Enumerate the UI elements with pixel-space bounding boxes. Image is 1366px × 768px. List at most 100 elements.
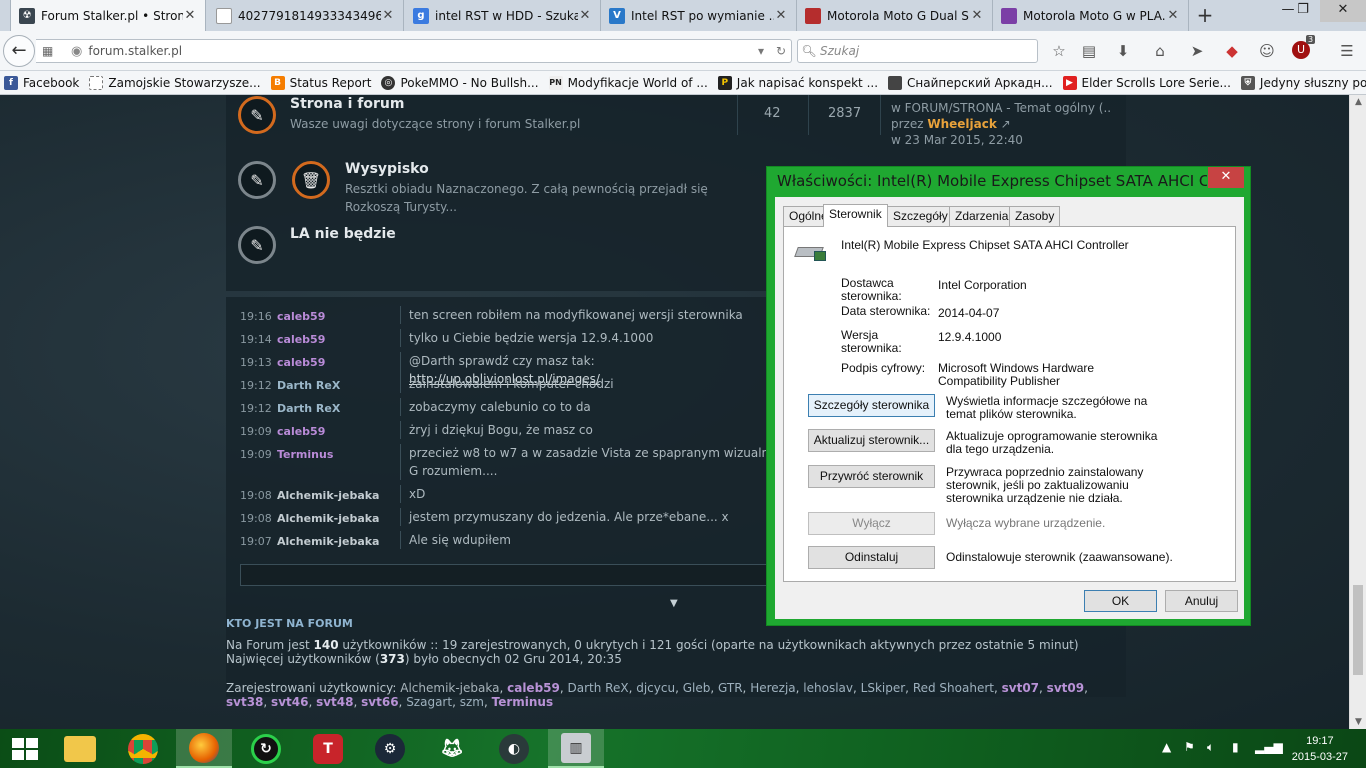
online-user-link[interactable]: GTR [718, 681, 743, 695]
menu-icon[interactable]: ☰ [1336, 41, 1358, 61]
forum-title[interactable]: Strona i forum [290, 96, 404, 112]
chat-user[interactable]: caleb59 [277, 333, 392, 346]
chat-user[interactable]: Alchemik-jebaka [277, 489, 392, 502]
chat-user[interactable]: caleb59 [277, 356, 392, 369]
tab-image[interactable]: 40277918149333434965.j... ✕ [208, 0, 404, 31]
action-center-icon[interactable]: ⚑ [1184, 740, 1195, 754]
tab-details[interactable]: Szczegóły [887, 206, 954, 226]
bookmark-modyfikacje[interactable]: PN Modyfikacje World of ... [548, 75, 708, 90]
online-user-link[interactable]: Darth ReX [568, 681, 629, 695]
dialog-close-button[interactable]: ✕ [1208, 167, 1244, 188]
driver-details-button[interactable]: Szczegóły sterownika [808, 394, 935, 417]
tab-moto-g-pla[interactable]: Motorola Moto G w PLA... ✕ [993, 0, 1189, 31]
tab-moto-g-dual[interactable]: Motorola Moto G Dual S... ✕ [797, 0, 993, 31]
bookmark-konspekt[interactable]: P Jak napisać konspekt ... [717, 75, 878, 90]
taskbar-steam[interactable]: ⚙ [362, 729, 418, 768]
update-driver-button[interactable]: Aktualizuj sterownik... [808, 429, 935, 452]
tab-events[interactable]: Zdarzenia [949, 206, 1015, 226]
url-bar[interactable]: ▦ ◉ forum.stalker.pl ▾ ↻ [36, 39, 792, 63]
close-tab-icon[interactable]: ✕ [970, 8, 984, 23]
taskbar-device-manager[interactable]: ▥ [548, 729, 604, 768]
bookmark-facebook[interactable]: f Facebook [4, 75, 79, 90]
online-user-link[interactable]: svt38 [226, 695, 263, 709]
history-icon[interactable]: ▦ [42, 44, 53, 58]
close-tab-icon[interactable]: ✕ [381, 8, 395, 23]
shoutbox-input[interactable] [240, 564, 770, 586]
taskbar-file-explorer[interactable] [52, 729, 108, 768]
online-user-link[interactable]: caleb59 [507, 681, 560, 695]
bookmark-elder-scrolls[interactable]: ▶ Elder Scrolls Lore Serie... [1062, 75, 1231, 90]
scroll-thumb[interactable] [1353, 585, 1363, 675]
close-window-button[interactable]: ✕ [1320, 0, 1366, 22]
bookmark-zamojskie[interactable]: Zamojskie Stowarzysze... [89, 75, 261, 90]
restore-button[interactable]: ❐ [1288, 0, 1318, 22]
taskbar-chrome[interactable] [115, 729, 171, 768]
close-tab-icon[interactable]: ✕ [774, 8, 788, 23]
chat-user[interactable]: caleb59 [277, 310, 392, 323]
dropdown-icon[interactable]: ▾ [751, 44, 771, 58]
taskbar-app-ring[interactable]: ↻ [238, 729, 294, 768]
chat-user[interactable]: Alchemik-jebaka [277, 512, 392, 525]
bookmark-pokemmo[interactable]: ◎ PokeMMO - No Bullsh... [381, 75, 539, 90]
page-scrollbar[interactable]: ▲ ▼ [1349, 95, 1366, 729]
online-user-link[interactable]: svt48 [316, 695, 353, 709]
online-user-link[interactable]: LSkiper [861, 681, 906, 695]
goto-post-icon[interactable]: ↗ [1001, 117, 1011, 131]
taskbar-app-swirl[interactable]: ◐ [486, 729, 542, 768]
chat-user[interactable]: Alchemik-jebaka [277, 535, 392, 548]
online-user-link[interactable]: Gleb [683, 681, 711, 695]
taskbar-firefox[interactable] [176, 729, 232, 768]
tab-intel-rst[interactable]: V Intel RST po wymianie ... ✕ [601, 0, 797, 31]
online-user-link[interactable]: Szagart [406, 695, 452, 709]
online-user-link[interactable]: Red Shoahert [913, 681, 994, 695]
chat-icon[interactable]: ☺ [1256, 41, 1278, 61]
chat-user[interactable]: Darth ReX [277, 379, 392, 392]
last-post-topic[interactable]: w FORUM/STRONA - Temat ogólny (.. [891, 100, 1111, 116]
online-user-link[interactable]: Herezja [750, 681, 795, 695]
close-tab-icon[interactable]: ✕ [183, 8, 197, 23]
taskbar-fox-app[interactable]: 🦊︎ [424, 729, 480, 768]
tab-resources[interactable]: Zasoby [1009, 206, 1061, 226]
rollback-driver-button[interactable]: Przywróć sterownik [808, 465, 935, 488]
home-icon[interactable]: ⌂ [1149, 41, 1171, 61]
taskbar-app-t[interactable]: T [300, 729, 356, 768]
send-icon[interactable]: ➤ [1186, 41, 1208, 61]
forum-title[interactable]: LA nie będzie [290, 226, 396, 242]
search-input[interactable]: 🔍︎ Szukaj [797, 39, 1038, 63]
forum-title[interactable]: Wysypisko [345, 161, 429, 177]
battery-icon[interactable]: ▮ [1232, 740, 1239, 754]
tab-google[interactable]: g intel RST w HDD - Szuka... ✕ [405, 0, 601, 31]
reading-list-icon[interactable]: ▤ [1078, 41, 1100, 61]
pocket-icon[interactable]: ◆ [1221, 41, 1243, 61]
start-button[interactable] [0, 729, 50, 768]
clock[interactable]: 19:17 2015-03-27 [1292, 733, 1348, 765]
online-user-link[interactable]: lehoslav [803, 681, 853, 695]
bookmark-star-icon[interactable]: ☆ [1048, 41, 1070, 61]
reload-icon[interactable]: ↻ [771, 44, 791, 58]
cancel-button[interactable]: Anuluj [1165, 590, 1238, 612]
last-post-user[interactable]: Wheeljack [927, 117, 996, 131]
online-user-link[interactable]: djcycu [636, 681, 675, 695]
expand-arrow-icon[interactable]: ▼ [670, 598, 678, 609]
close-tab-icon[interactable]: ✕ [578, 8, 592, 23]
tab-driver[interactable]: Sterownik [823, 204, 888, 227]
online-user-link[interactable]: szm [460, 695, 484, 709]
volume-icon[interactable]: 🔈︎ [1207, 740, 1214, 755]
back-button[interactable]: ← [3, 35, 35, 67]
online-user-link[interactable]: Terminus [492, 695, 554, 709]
chat-user[interactable]: Terminus [277, 448, 392, 461]
network-icon[interactable]: ▂▄▆ [1255, 740, 1283, 754]
close-tab-icon[interactable]: ✕ [1166, 8, 1180, 23]
ok-button[interactable]: OK [1084, 590, 1157, 612]
online-user-link[interactable]: Alchemik-jebaka [400, 681, 499, 695]
tab-forum-stalker[interactable]: ☢ Forum Stalker.pl • Stron... ✕ [10, 0, 206, 31]
chat-user[interactable]: Darth ReX [277, 402, 392, 415]
uninstall-button[interactable]: Odinstaluj [808, 546, 935, 569]
new-tab-button[interactable]: + [1193, 4, 1217, 26]
disable-button[interactable]: Wyłącz [808, 512, 935, 535]
tray-expand-icon[interactable]: ▲ [1162, 740, 1171, 754]
scroll-down-icon[interactable]: ▼ [1350, 717, 1366, 727]
online-user-link[interactable]: svt46 [271, 695, 308, 709]
download-icon[interactable]: ⬇ [1112, 41, 1134, 61]
bookmark-poradnik[interactable]: ⛨ Jedyny słuszny poradn... [1240, 75, 1366, 90]
